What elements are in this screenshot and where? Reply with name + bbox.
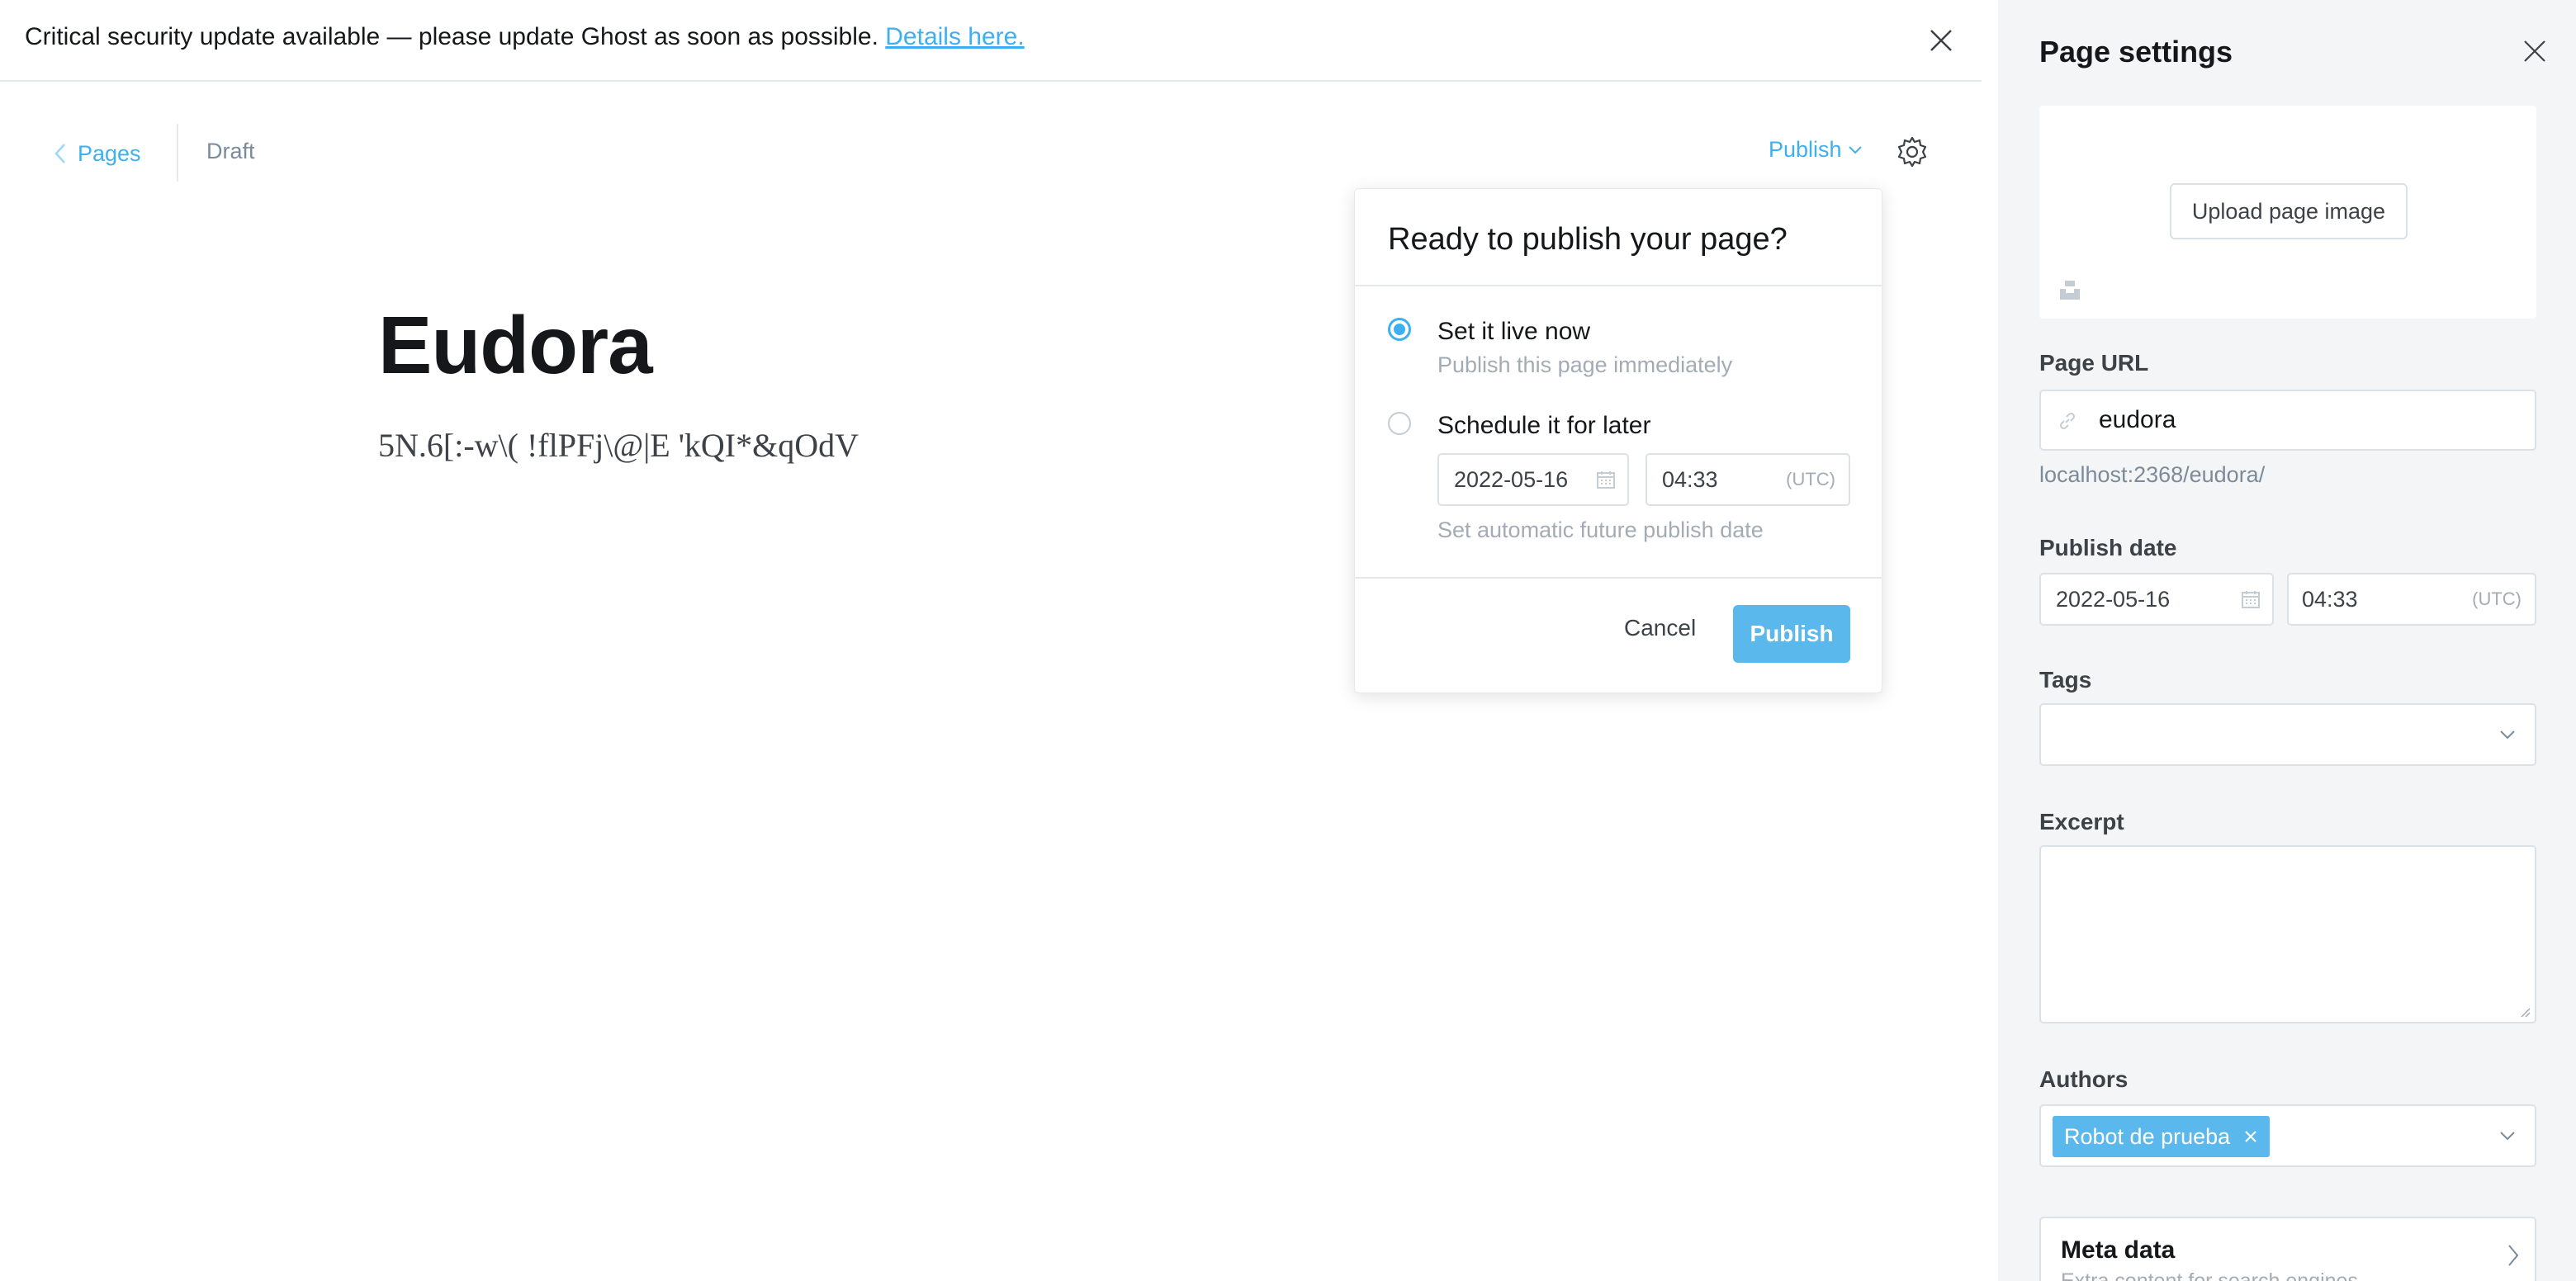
breadcrumb-divider bbox=[177, 124, 178, 182]
calendar-icon[interactable] bbox=[2241, 589, 2261, 609]
divider bbox=[1355, 285, 1882, 286]
chevron-down-icon bbox=[1848, 145, 1862, 154]
page-image-uploader: Upload page image bbox=[2039, 106, 2536, 319]
tags-label: Tags bbox=[2039, 667, 2092, 692]
post-title[interactable]: Eudora bbox=[378, 299, 653, 392]
meta-data-title: Meta data bbox=[2061, 1236, 2176, 1264]
link-icon bbox=[2059, 412, 2076, 430]
divider bbox=[1355, 577, 1882, 579]
excerpt-label: Excerpt bbox=[2039, 809, 2124, 834]
schedule-date-input[interactable]: 2022-05-16 bbox=[1437, 453, 1629, 506]
set-live-now-label[interactable]: Set it live now bbox=[1437, 318, 1590, 346]
publish-date-value: 2022-05-16 bbox=[2056, 587, 2171, 612]
post-body-text[interactable]: 5N.6[:-w\( !flPFj\@|E 'kQI*&qOdV bbox=[378, 426, 859, 465]
timezone-label: (UTC) bbox=[1786, 469, 1835, 489]
panel-title: Page settings bbox=[2039, 35, 2233, 69]
back-to-pages-link[interactable]: Pages bbox=[54, 137, 141, 170]
resize-handle-icon[interactable] bbox=[2518, 1005, 2531, 1019]
set-live-now-radio[interactable] bbox=[1388, 318, 1411, 341]
close-icon[interactable] bbox=[1924, 23, 1958, 58]
publish-button[interactable]: Publish bbox=[1733, 605, 1850, 663]
close-icon[interactable] bbox=[2243, 1129, 2258, 1144]
unsplash-icon[interactable] bbox=[2057, 277, 2082, 302]
publish-date-label: Publish date bbox=[2039, 535, 2177, 560]
banner-details-link[interactable]: Details here. bbox=[885, 23, 1024, 50]
chevron-down-icon bbox=[2500, 730, 2515, 740]
publish-time-input[interactable]: 04:33 (UTC) bbox=[2287, 573, 2536, 626]
chevron-left-icon bbox=[54, 144, 65, 163]
set-live-now-description: Publish this page immediately bbox=[1437, 352, 1733, 377]
calendar-icon[interactable] bbox=[1596, 470, 1616, 489]
page-url-hint: localhost:2368/eudora/ bbox=[2039, 462, 2266, 487]
publish-date-input[interactable]: 2022-05-16 bbox=[2039, 573, 2274, 626]
schedule-time-value: 04:33 bbox=[1662, 466, 1718, 492]
schedule-description: Set automatic future publish date bbox=[1437, 518, 1764, 542]
meta-data-card[interactable]: Meta data Extra content for search engin… bbox=[2039, 1217, 2536, 1281]
close-icon[interactable] bbox=[2518, 35, 2551, 68]
schedule-date-value: 2022-05-16 bbox=[1454, 466, 1569, 492]
editor-pane: Critical security update available — ple… bbox=[0, 0, 1982, 1281]
chevron-right-icon bbox=[2508, 1245, 2519, 1266]
post-status: Draft bbox=[206, 139, 255, 163]
page-settings-panel: Page settings Upload page image Page URL… bbox=[1998, 0, 2576, 1281]
author-name: Robot de prueba bbox=[2064, 1123, 2231, 1149]
page-url-input[interactable]: eudora bbox=[2039, 390, 2536, 451]
banner-message: Critical security update available — ple… bbox=[25, 23, 1025, 51]
banner-text: Critical security update available — ple… bbox=[25, 23, 878, 50]
cancel-button[interactable]: Cancel bbox=[1624, 615, 1696, 641]
timezone-label: (UTC) bbox=[2472, 589, 2522, 609]
page-url-label: Page URL bbox=[2039, 350, 2149, 376]
chevron-down-icon bbox=[2500, 1132, 2515, 1141]
authors-input[interactable]: Robot de prueba bbox=[2039, 1104, 2536, 1167]
schedule-later-radio[interactable] bbox=[1388, 412, 1411, 435]
security-banner: Critical security update available — ple… bbox=[0, 0, 1982, 82]
schedule-time-input[interactable]: 04:33 (UTC) bbox=[1646, 453, 1850, 506]
schedule-later-label[interactable]: Schedule it for later bbox=[1437, 412, 1650, 440]
page-url-value: eudora bbox=[2099, 406, 2176, 433]
tags-input[interactable] bbox=[2039, 703, 2536, 766]
excerpt-textarea[interactable] bbox=[2039, 845, 2536, 1023]
publish-time-value: 04:33 bbox=[2302, 587, 2358, 612]
publish-menu-trigger[interactable]: Publish bbox=[1769, 137, 1863, 163]
publish-dropdown-title: Ready to publish your page? bbox=[1388, 222, 1788, 257]
gear-icon[interactable] bbox=[1896, 135, 1929, 168]
meta-data-subtitle: Extra content for search engines bbox=[2061, 1269, 2358, 1281]
publish-menu-label: Publish bbox=[1769, 137, 1842, 162]
back-label: Pages bbox=[78, 140, 141, 166]
author-chip[interactable]: Robot de prueba bbox=[2053, 1116, 2271, 1157]
publish-dropdown: Ready to publish your page? Set it live … bbox=[1354, 188, 1882, 693]
upload-page-image-button[interactable]: Upload page image bbox=[2170, 183, 2408, 239]
authors-label: Authors bbox=[2039, 1066, 2129, 1092]
